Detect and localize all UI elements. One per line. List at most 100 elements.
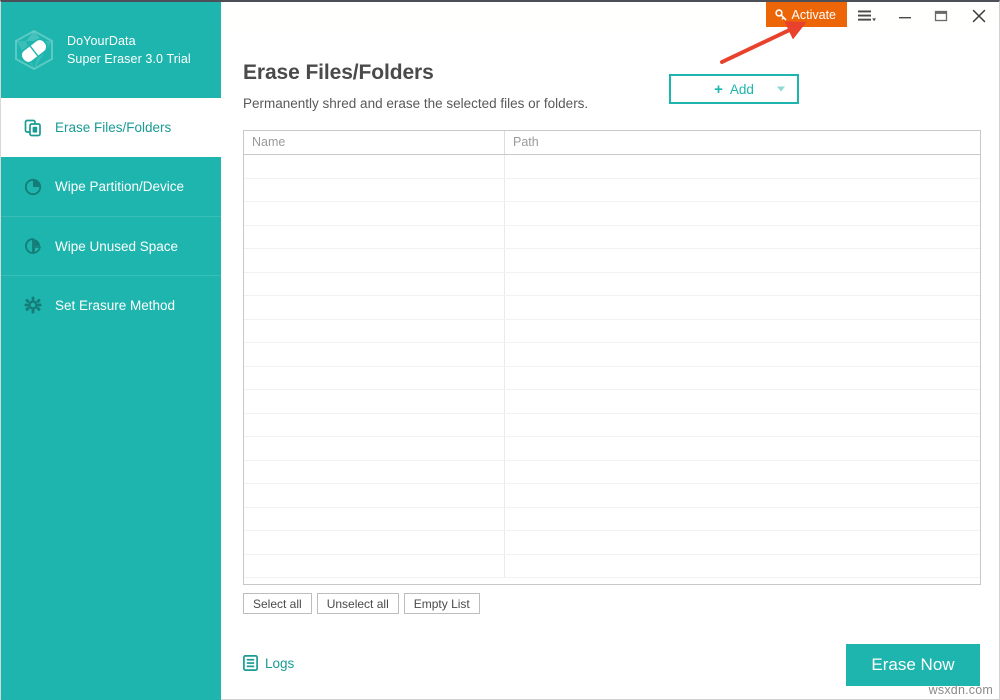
table-cell-name <box>244 484 505 507</box>
plus-icon: + <box>714 81 723 98</box>
watermark: wsxdn.com <box>929 683 993 697</box>
brand-text: DoYourData Super Eraser 3.0 Trial <box>67 32 191 68</box>
pie-chart-icon <box>23 177 43 197</box>
close-button[interactable] <box>959 2 999 29</box>
table-cell-path <box>505 508 980 531</box>
brand-header: DoYourData Super Eraser 3.0 Trial <box>1 2 221 98</box>
table-cell-path <box>505 437 980 460</box>
minimize-icon <box>898 10 912 22</box>
table-cell-name <box>244 437 505 460</box>
close-icon <box>971 8 987 24</box>
table-cell-name <box>244 461 505 484</box>
column-header-name[interactable]: Name <box>244 131 505 154</box>
logs-link[interactable]: Logs <box>243 655 294 671</box>
erase-now-button[interactable]: Erase Now <box>846 644 980 686</box>
minimize-button[interactable] <box>887 2 923 29</box>
sidebar-item-erase-files-folders[interactable]: Erase Files/Folders <box>1 98 221 157</box>
sidebar-item-wipe-partition-device[interactable]: Wipe Partition/Device <box>1 157 221 216</box>
table-row[interactable] <box>244 390 980 414</box>
logs-link-label: Logs <box>265 656 294 671</box>
table-cell-name <box>244 508 505 531</box>
eraser-logo-icon <box>11 27 57 73</box>
table-cell-path <box>505 226 980 249</box>
table-row[interactable] <box>244 367 980 391</box>
sidebar-item-wipe-unused-space[interactable]: Wipe Unused Space <box>1 216 221 275</box>
table-cell-path <box>505 320 980 343</box>
table-body <box>244 155 980 585</box>
table-cell-name <box>244 414 505 437</box>
activate-button[interactable]: Activate <box>766 2 847 27</box>
table-row[interactable] <box>244 508 980 532</box>
chevron-down-icon[interactable] <box>777 87 785 92</box>
table-cell-path <box>505 531 980 554</box>
table-row[interactable] <box>244 202 980 226</box>
table-cell-name <box>244 226 505 249</box>
activate-button-label: Activate <box>792 8 836 22</box>
table-cell-path <box>505 296 980 319</box>
sidebar-item-set-erasure-method[interactable]: Set Erasure Method <box>1 275 221 334</box>
maximize-button[interactable] <box>923 2 959 29</box>
sidebar: DoYourData Super Eraser 3.0 Trial Erase … <box>1 2 221 700</box>
table-row[interactable] <box>244 484 980 508</box>
table-cell-name <box>244 555 505 578</box>
table-cell-name <box>244 273 505 296</box>
unselect-all-button[interactable]: Unselect all <box>317 593 399 614</box>
column-header-path[interactable]: Path <box>505 131 980 154</box>
table-cell-path <box>505 555 980 578</box>
table-row[interactable] <box>244 437 980 461</box>
file-list-table[interactable]: Name Path <box>243 130 981 585</box>
table-cell-name <box>244 202 505 225</box>
table-cell-path <box>505 155 980 178</box>
table-cell-name <box>244 343 505 366</box>
select-all-button[interactable]: Select all <box>243 593 312 614</box>
table-cell-name <box>244 367 505 390</box>
table-cell-name <box>244 390 505 413</box>
page-title: Erase Files/Folders <box>243 61 434 85</box>
table-cell-path <box>505 390 980 413</box>
table-cell-path <box>505 249 980 272</box>
table-cell-path <box>505 484 980 507</box>
table-cell-path <box>505 343 980 366</box>
table-cell-name <box>244 155 505 178</box>
sidebar-item-label: Wipe Partition/Device <box>55 179 184 194</box>
table-row[interactable] <box>244 320 980 344</box>
table-cell-path <box>505 179 980 202</box>
table-cell-name <box>244 179 505 202</box>
main-content: Erase Files/Folders Permanently shred an… <box>221 29 999 699</box>
table-row[interactable] <box>244 249 980 273</box>
hamburger-menu-icon[interactable] <box>847 2 887 29</box>
table-row[interactable] <box>244 226 980 250</box>
document-list-icon <box>243 655 258 671</box>
application-window: DoYourData Super Eraser 3.0 Trial Erase … <box>0 0 1000 700</box>
table-cell-path <box>505 414 980 437</box>
table-row[interactable] <box>244 555 980 579</box>
table-row[interactable] <box>244 531 980 555</box>
empty-list-button[interactable]: Empty List <box>404 593 480 614</box>
table-cell-name <box>244 320 505 343</box>
table-row[interactable] <box>244 273 980 297</box>
sidebar-item-label: Wipe Unused Space <box>55 239 178 254</box>
add-button-label: Add <box>730 82 754 97</box>
table-row[interactable] <box>244 179 980 203</box>
title-bar: Activate <box>221 2 999 29</box>
table-row[interactable] <box>244 296 980 320</box>
maximize-icon <box>934 10 948 22</box>
sidebar-item-label: Set Erasure Method <box>55 298 175 313</box>
gear-icon <box>23 295 43 315</box>
sidebar-item-label: Erase Files/Folders <box>55 120 171 135</box>
table-cell-path <box>505 273 980 296</box>
table-row[interactable] <box>244 343 980 367</box>
table-cell-name <box>244 249 505 272</box>
add-button[interactable]: + Add <box>669 74 799 104</box>
brand-company: DoYourData <box>67 32 191 50</box>
table-row[interactable] <box>244 414 980 438</box>
brand-product: Super Eraser 3.0 Trial <box>67 50 191 68</box>
pie-chart-segment-icon <box>23 236 43 256</box>
table-row[interactable] <box>244 155 980 179</box>
list-action-buttons: Select all Unselect all Empty List <box>243 593 480 614</box>
table-cell-path <box>505 461 980 484</box>
table-header-row: Name Path <box>244 131 980 155</box>
table-cell-path <box>505 367 980 390</box>
table-row[interactable] <box>244 461 980 485</box>
table-cell-path <box>505 202 980 225</box>
